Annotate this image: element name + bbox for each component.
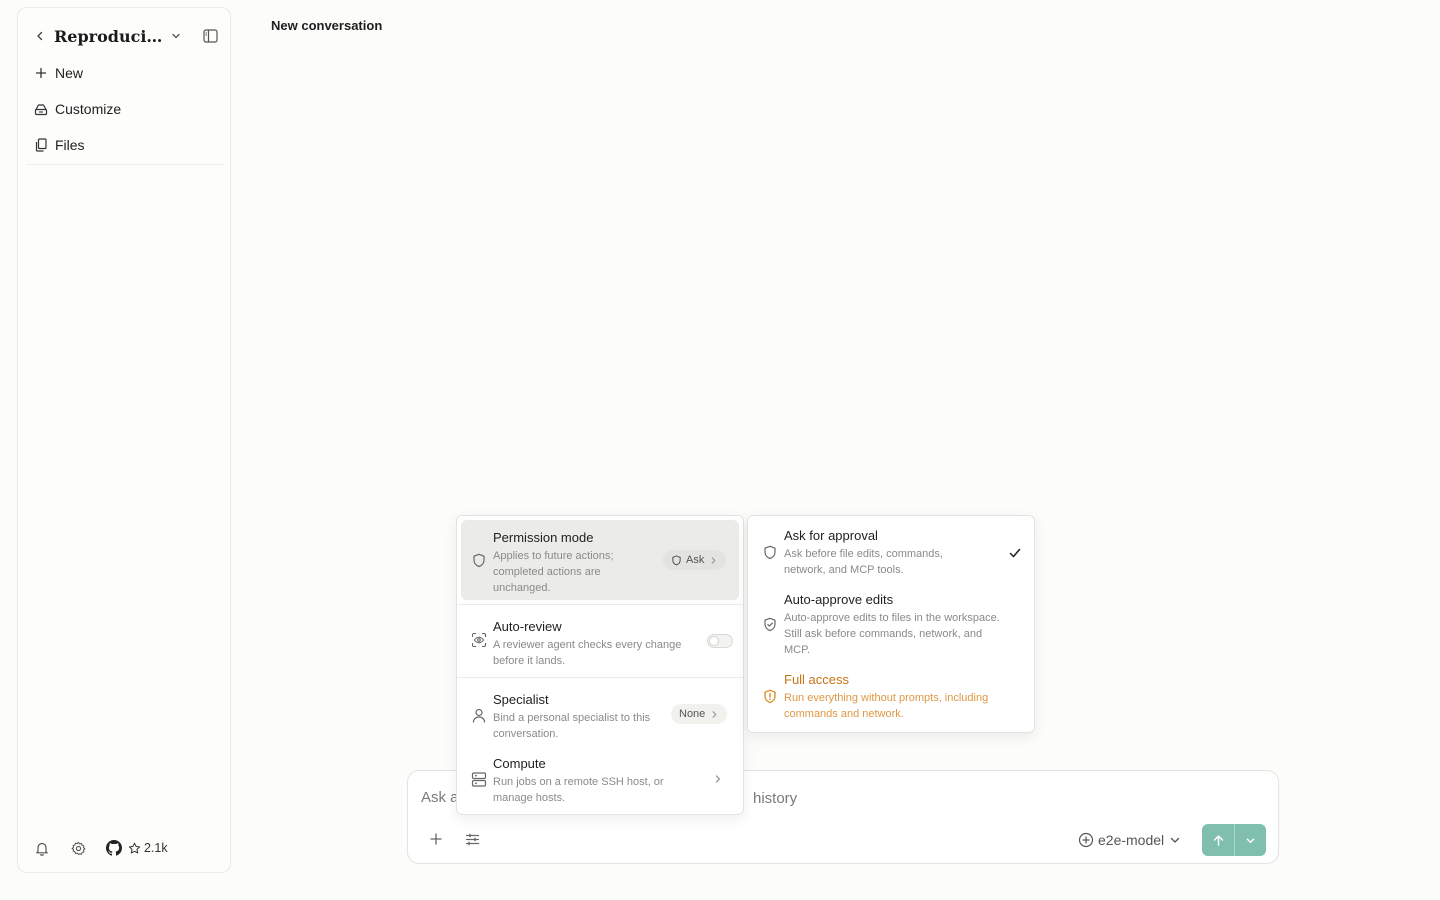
bell-icon[interactable] (34, 840, 50, 856)
menu-divider (457, 604, 743, 605)
permission-option-full-access[interactable]: Full access Run everything without promp… (752, 668, 1030, 724)
project-title[interactable]: Reproducibl... (54, 27, 166, 46)
permission-value: Ask (686, 554, 705, 566)
star-icon (128, 842, 141, 855)
option-title: Full access (784, 672, 850, 687)
menu-item-compute[interactable]: Compute Run jobs on a remote SSH host, o… (461, 747, 739, 809)
chevron-down-icon (1245, 835, 1256, 846)
menu-item-desc: before it lands. (493, 655, 566, 667)
chevron-right-icon (713, 774, 723, 784)
menu-item-specialist[interactable]: Specialist Bind a personal specialist to… (461, 683, 739, 745)
person-icon (471, 707, 487, 723)
menu-item-title: Permission mode (493, 530, 594, 545)
chevron-down-icon[interactable] (168, 28, 184, 44)
menu-item-title: Specialist (493, 692, 549, 707)
toggle-knob (709, 636, 719, 646)
menu-item-permission-mode[interactable]: Permission mode Applies to future action… (461, 520, 739, 600)
menu-item-title: Compute (493, 756, 546, 771)
plus-circle-icon (1078, 832, 1094, 848)
option-desc: MCP. (784, 644, 811, 656)
option-desc: Run everything without prompts, includin… (784, 692, 989, 704)
menu-item-auto-review[interactable]: Auto-review A reviewer agent checks ever… (461, 610, 739, 670)
conversation-title: New conversation (271, 18, 383, 33)
github-icon (106, 840, 122, 856)
sidebar-item-new[interactable]: New (26, 55, 224, 91)
option-desc: network, and MCP tools. (784, 564, 904, 576)
permission-mode-submenu: Ask for approval Ask before file edits, … (747, 515, 1035, 733)
plus-icon (430, 833, 442, 845)
auto-review-toggle[interactable] (707, 634, 733, 648)
placeholder-tail: history (753, 790, 798, 807)
menu-item-desc: Applies to future actions; (493, 550, 614, 562)
chevron-right-icon (709, 556, 718, 565)
option-desc: Still ask before commands, network, and (784, 628, 983, 640)
shield-icon (671, 554, 682, 566)
gear-icon[interactable] (70, 840, 86, 856)
menu-item-desc: unchanged. (493, 582, 551, 594)
shield-alert-icon (762, 688, 778, 704)
sidebar-divider (26, 164, 224, 165)
permission-option-ask[interactable]: Ask for approval Ask before file edits, … (752, 524, 1030, 580)
menu-divider (457, 677, 743, 678)
chevron-down-icon (1169, 834, 1181, 846)
menu-item-desc: Run jobs on a remote SSH host, or (493, 776, 664, 788)
sidebar-item-customize[interactable]: Customize (26, 91, 224, 127)
sidebar-item-label: Customize (55, 101, 122, 117)
sidebar-footer: 2.1k (34, 840, 168, 856)
plus-icon (34, 66, 48, 80)
eye-scan-icon (471, 632, 487, 648)
model-name: e2e-model (1098, 832, 1165, 848)
shield-icon (471, 552, 487, 568)
github-stars-link[interactable]: 2.1k (106, 840, 168, 856)
arrow-up-icon (1212, 834, 1225, 847)
option-desc: Ask before file edits, commands, (784, 548, 943, 560)
sidebar-nav: New Customize Files (26, 55, 224, 163)
server-icon (471, 771, 487, 787)
back-chevron-icon[interactable] (30, 26, 50, 46)
option-desc: commands and network. (784, 708, 904, 720)
composer-options-menu: Permission mode Applies to future action… (456, 515, 744, 815)
checkmark-icon (1008, 546, 1022, 560)
sidebar-toggle-icon[interactable] (200, 26, 220, 46)
shield-check-icon (762, 616, 778, 632)
chevron-right-icon (710, 710, 719, 719)
menu-item-desc: A reviewer agent checks every change (493, 639, 682, 651)
sidebar-item-label: Files (55, 137, 85, 153)
shield-icon (762, 544, 778, 560)
specialist-value: None (679, 708, 706, 720)
send-button-group (1202, 824, 1266, 856)
sidebar-item-label: New (55, 65, 84, 81)
menu-item-desc: conversation. (493, 728, 559, 740)
attach-plus-button[interactable] (424, 827, 448, 851)
sidebar-item-files[interactable]: Files (26, 127, 224, 163)
files-icon (34, 138, 48, 152)
option-title: Auto-approve edits (784, 592, 894, 607)
sliders-icon (465, 833, 480, 846)
option-desc: Auto-approve edits to files in the works… (784, 612, 1000, 624)
specialist-value-pill: None (671, 704, 728, 724)
send-button[interactable] (1202, 824, 1234, 856)
model-selector[interactable]: e2e-model (1078, 829, 1181, 851)
options-button[interactable] (460, 827, 484, 851)
menu-item-desc: Bind a personal specialist to this (493, 712, 651, 724)
option-title: Ask for approval (784, 528, 878, 543)
sidebar-header: Reproducibl... (30, 26, 220, 46)
menu-item-title: Auto-review (493, 619, 562, 634)
send-options-button[interactable] (1234, 824, 1266, 856)
star-count: 2.1k (144, 841, 168, 855)
menu-item-desc: completed actions are (493, 566, 601, 578)
permission-value-pill: Ask (663, 550, 727, 570)
permission-option-auto-approve[interactable]: Auto-approve edits Auto-approve edits to… (752, 588, 1030, 660)
sidebar: Reproducibl... New Customize Files (17, 7, 231, 873)
menu-item-desc: manage hosts. (493, 792, 566, 804)
customize-icon (34, 102, 48, 116)
